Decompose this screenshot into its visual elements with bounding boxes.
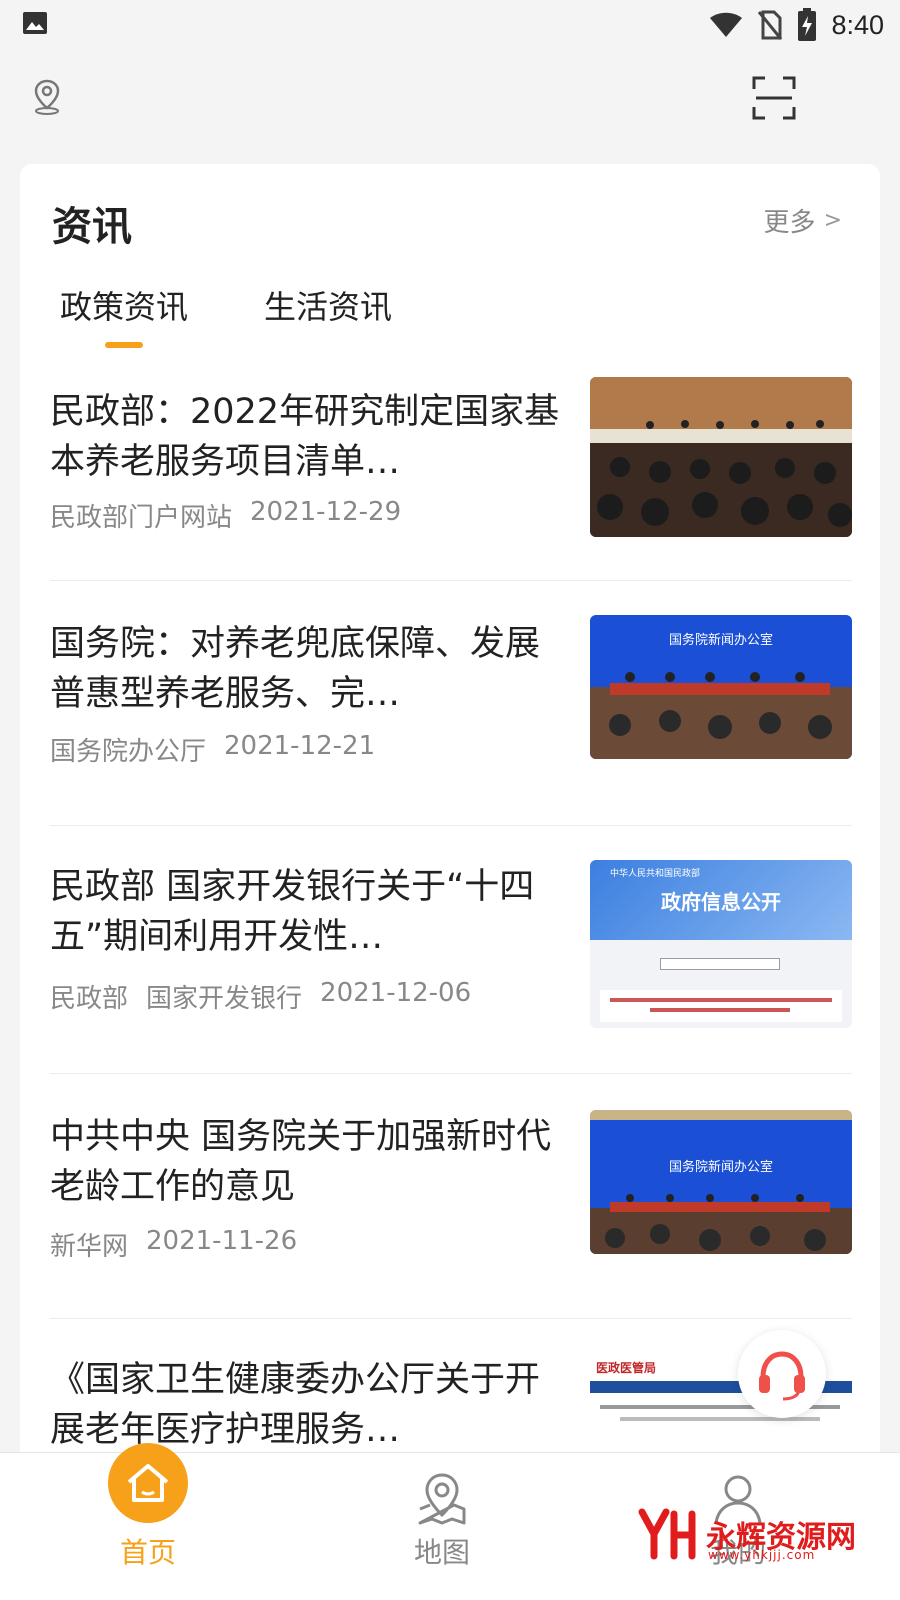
news-date: 2021-12-29 (250, 497, 402, 527)
news-source: 国家开发银行 (146, 984, 303, 1014)
thumb-header: 医政医管局 (596, 1361, 657, 1375)
gallery-notification-icon (23, 12, 47, 34)
news-source: 新华网 (50, 1232, 129, 1262)
news-source: 民政部门户网站 (50, 503, 233, 533)
scan-icon[interactable] (752, 76, 796, 120)
status-bar: 8:40 (0, 0, 900, 50)
chevron-right-icon: > (823, 208, 842, 233)
section-title: 资讯 (52, 204, 132, 250)
nav-map-label: 地图 (413, 1536, 470, 1569)
nav-home[interactable]: 首页 (68, 1443, 228, 1600)
news-source: 国务院办公厅 (50, 737, 207, 767)
news-item[interactable]: 中共中央 国务院关于加强新时代老龄工作的意见 新华网 2021-11-26 国务… (50, 1074, 852, 1319)
news-title: 《国家卫生健康委办公厅关于开展老年医疗护理服务… (50, 1360, 541, 1450)
wifi-icon (710, 12, 743, 37)
more-link[interactable]: 更多 > (764, 202, 842, 239)
no-sim-icon (758, 10, 783, 40)
status-time: 8:40 (831, 9, 884, 40)
news-list: 民政部：2022年研究制定国家基本养老服务项目清单… 民政部门户网站 2021-… (50, 369, 852, 1484)
tab-policy-news[interactable]: 政策资讯 (60, 282, 188, 348)
news-date: 2021-12-21 (224, 731, 376, 761)
news-item[interactable]: 民政部 国家开发银行关于“十四五”期间利用开发性… 民政部 国家开发银行 202… (50, 826, 852, 1074)
news-title: 国务院：对养老兜底保障、发展普惠型养老服务、完… (50, 624, 541, 714)
headset-icon (759, 1351, 805, 1401)
news-title: 中共中央 国务院关于加强新时代老龄工作的意见 (50, 1117, 552, 1207)
tab-life-news[interactable]: 生活资讯 (264, 282, 392, 348)
news-card: 资讯 更多 > 政策资讯 生活资讯 民政部：2022年研究制定国家基本养老服务项… (20, 164, 880, 1484)
news-date: 2021-11-26 (146, 1226, 298, 1256)
news-date: 2021-12-06 (320, 978, 472, 1008)
news-title: 民政部：2022年研究制定国家基本养老服务项目清单… (50, 392, 560, 482)
news-meta: 新华网 2021-11-26 (50, 1226, 297, 1263)
thumb-banner: 政府信息公开 (661, 890, 781, 914)
news-meta: 国务院办公厅 2021-12-21 (50, 731, 375, 768)
nav-map[interactable]: 地图 (362, 1453, 522, 1600)
news-tabs: 政策资讯 生活资讯 (60, 282, 392, 348)
watermark-url: www.yhkjjj.com (708, 1548, 816, 1562)
news-item[interactable]: 国务院：对养老兜底保障、发展普惠型养老服务、完… 国务院办公厅 2021-12-… (50, 581, 852, 826)
customer-service-button[interactable] (738, 1330, 826, 1418)
nav-home-label: 首页 (119, 1536, 176, 1569)
news-meta: 民政部门户网站 2021-12-29 (50, 497, 401, 534)
news-thumbnail-press-conference: 国务院新闻办公室 (590, 615, 852, 759)
news-title: 民政部 国家开发银行关于“十四五”期间利用开发性… (50, 867, 535, 957)
battery-charging-icon (798, 8, 817, 41)
news-thumbnail-gov-site: 中华人民共和国民政部 政府信息公开 (590, 860, 852, 1028)
news-meta: 民政部 国家开发银行 2021-12-06 (50, 978, 471, 1015)
news-item[interactable]: 民政部：2022年研究制定国家基本养老服务项目清单… 民政部门户网站 2021-… (50, 369, 852, 581)
thumb-header: 中华人民共和国民政部 (610, 869, 701, 879)
news-thumbnail-press-conference: 国务院新闻办公室 (590, 1110, 852, 1254)
home-icon (108, 1443, 188, 1523)
location-pin-icon[interactable] (30, 78, 64, 116)
watermark: 永辉资源网 www.yhkjjj.com (636, 1506, 876, 1566)
news-thumbnail-meeting (590, 377, 852, 537)
watermark-logo-icon (638, 1508, 696, 1560)
more-label: 更多 (763, 208, 816, 238)
news-source: 民政部 (50, 984, 129, 1014)
map-pin-icon (418, 1473, 466, 1525)
